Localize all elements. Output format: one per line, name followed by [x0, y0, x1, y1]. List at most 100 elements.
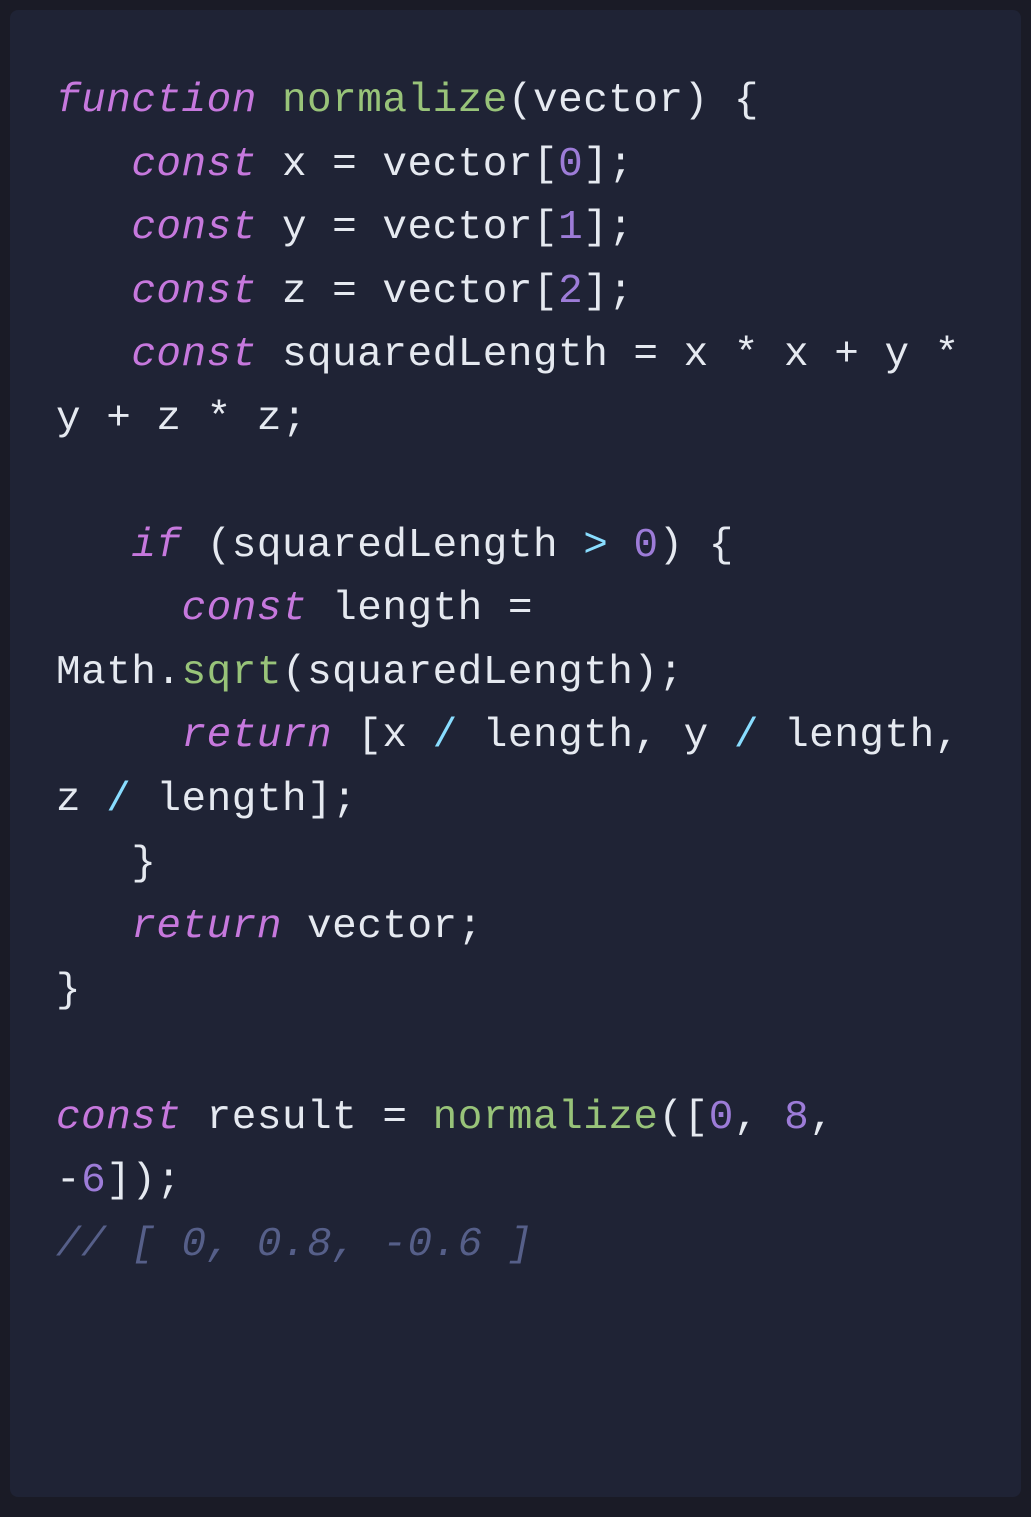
code-token: [56, 841, 131, 887]
code-token: squaredLength: [307, 650, 633, 696]
code-token: 0: [633, 523, 658, 569]
code-token: return: [182, 713, 333, 759]
code-token: ;: [282, 396, 307, 442]
code-token: 0: [558, 142, 583, 188]
code-token: /: [734, 713, 759, 759]
code-token: length: [458, 713, 634, 759]
code-token: const: [131, 205, 257, 251]
code-token: if: [131, 523, 181, 569]
code-token: function: [56, 78, 257, 124]
code-token: [56, 904, 131, 950]
code-token: +: [834, 332, 859, 378]
code-token: length: [307, 586, 508, 632]
code-token: /: [433, 713, 458, 759]
code-token: [608, 523, 633, 569]
code-token: {: [709, 523, 734, 569]
code-token: x: [759, 332, 834, 378]
code-token: const: [131, 269, 257, 315]
code-token: squaredLength: [257, 332, 634, 378]
code-panel: function normalize(vector) { const x = v…: [10, 10, 1021, 1497]
code-token: 8: [784, 1095, 809, 1141]
code-token: 6: [81, 1158, 106, 1204]
code-token: const: [56, 1095, 182, 1141]
code-token: x: [257, 142, 332, 188]
code-token: x: [382, 713, 432, 759]
code-token: const: [182, 586, 308, 632]
code-token: y: [859, 332, 934, 378]
code-token: [56, 523, 131, 569]
code-token: [: [357, 713, 382, 759]
code-token: [182, 523, 207, 569]
code-token: .: [156, 650, 181, 696]
code-token: squaredLength: [232, 523, 583, 569]
code-token: =: [332, 205, 357, 251]
code-token: vector: [533, 78, 684, 124]
code-token: }: [56, 968, 81, 1014]
code-token: );: [633, 650, 683, 696]
code-token: [56, 713, 182, 759]
code-token: normalize: [433, 1095, 659, 1141]
code-token: =: [332, 269, 357, 315]
code-token: ;: [458, 904, 483, 950]
code-token: ]);: [106, 1158, 181, 1204]
code-token: // [ 0, 0.8, -0.6 ]: [56, 1222, 533, 1268]
code-token: ): [659, 523, 684, 569]
code-token: x: [659, 332, 734, 378]
code-token: *: [207, 396, 232, 442]
code-token: ): [684, 78, 709, 124]
code-token: [834, 1095, 859, 1141]
code-token: vector: [357, 205, 533, 251]
code-token: -: [56, 1158, 81, 1204]
code-token: *: [734, 332, 759, 378]
code-token: (: [508, 78, 533, 124]
code-token: [: [533, 269, 558, 315]
code-token: 2: [558, 269, 583, 315]
code-token: [759, 1095, 784, 1141]
code-token: {: [734, 78, 759, 124]
code-token: [257, 78, 282, 124]
code-token: =: [508, 586, 533, 632]
code-token: [332, 713, 357, 759]
code-token: return: [131, 904, 282, 950]
code-token: z: [257, 269, 332, 315]
code-token: [56, 269, 131, 315]
code-token: ];: [307, 777, 357, 823]
code-token: z: [232, 396, 282, 442]
code-token: (: [207, 523, 232, 569]
code-token: ,: [935, 713, 960, 759]
code-token: =: [382, 1095, 407, 1141]
code-token: ,: [633, 713, 658, 759]
code-token: [56, 205, 131, 251]
code-token: =: [332, 142, 357, 188]
code-token: [684, 523, 709, 569]
code-token: =: [633, 332, 658, 378]
code-token: length: [759, 713, 935, 759]
code-token: +: [106, 396, 131, 442]
code-token: result: [182, 1095, 383, 1141]
code-token: [: [533, 142, 558, 188]
code-token: y: [257, 205, 332, 251]
code-token: ];: [583, 142, 633, 188]
code-token: vector: [357, 142, 533, 188]
code-token: z: [131, 396, 206, 442]
code-token: vector: [282, 904, 458, 950]
code-token: ,: [809, 1095, 834, 1141]
code-token: [709, 78, 734, 124]
code-token: const: [131, 142, 257, 188]
code-token: /: [106, 777, 131, 823]
code-token: length: [131, 777, 307, 823]
code-token: [407, 1095, 432, 1141]
code-token: [56, 332, 131, 378]
code-token: [: [533, 205, 558, 251]
code-token: ([: [659, 1095, 709, 1141]
code-block: function normalize(vector) { const x = v…: [56, 70, 975, 1277]
code-token: [56, 586, 182, 632]
code-token: sqrt: [182, 650, 282, 696]
code-token: 0: [709, 1095, 734, 1141]
code-token: ,: [734, 1095, 759, 1141]
code-token: vector: [357, 269, 533, 315]
code-token: ];: [583, 269, 633, 315]
code-token: *: [935, 332, 960, 378]
code-token: [56, 142, 131, 188]
code-token: 1: [558, 205, 583, 251]
